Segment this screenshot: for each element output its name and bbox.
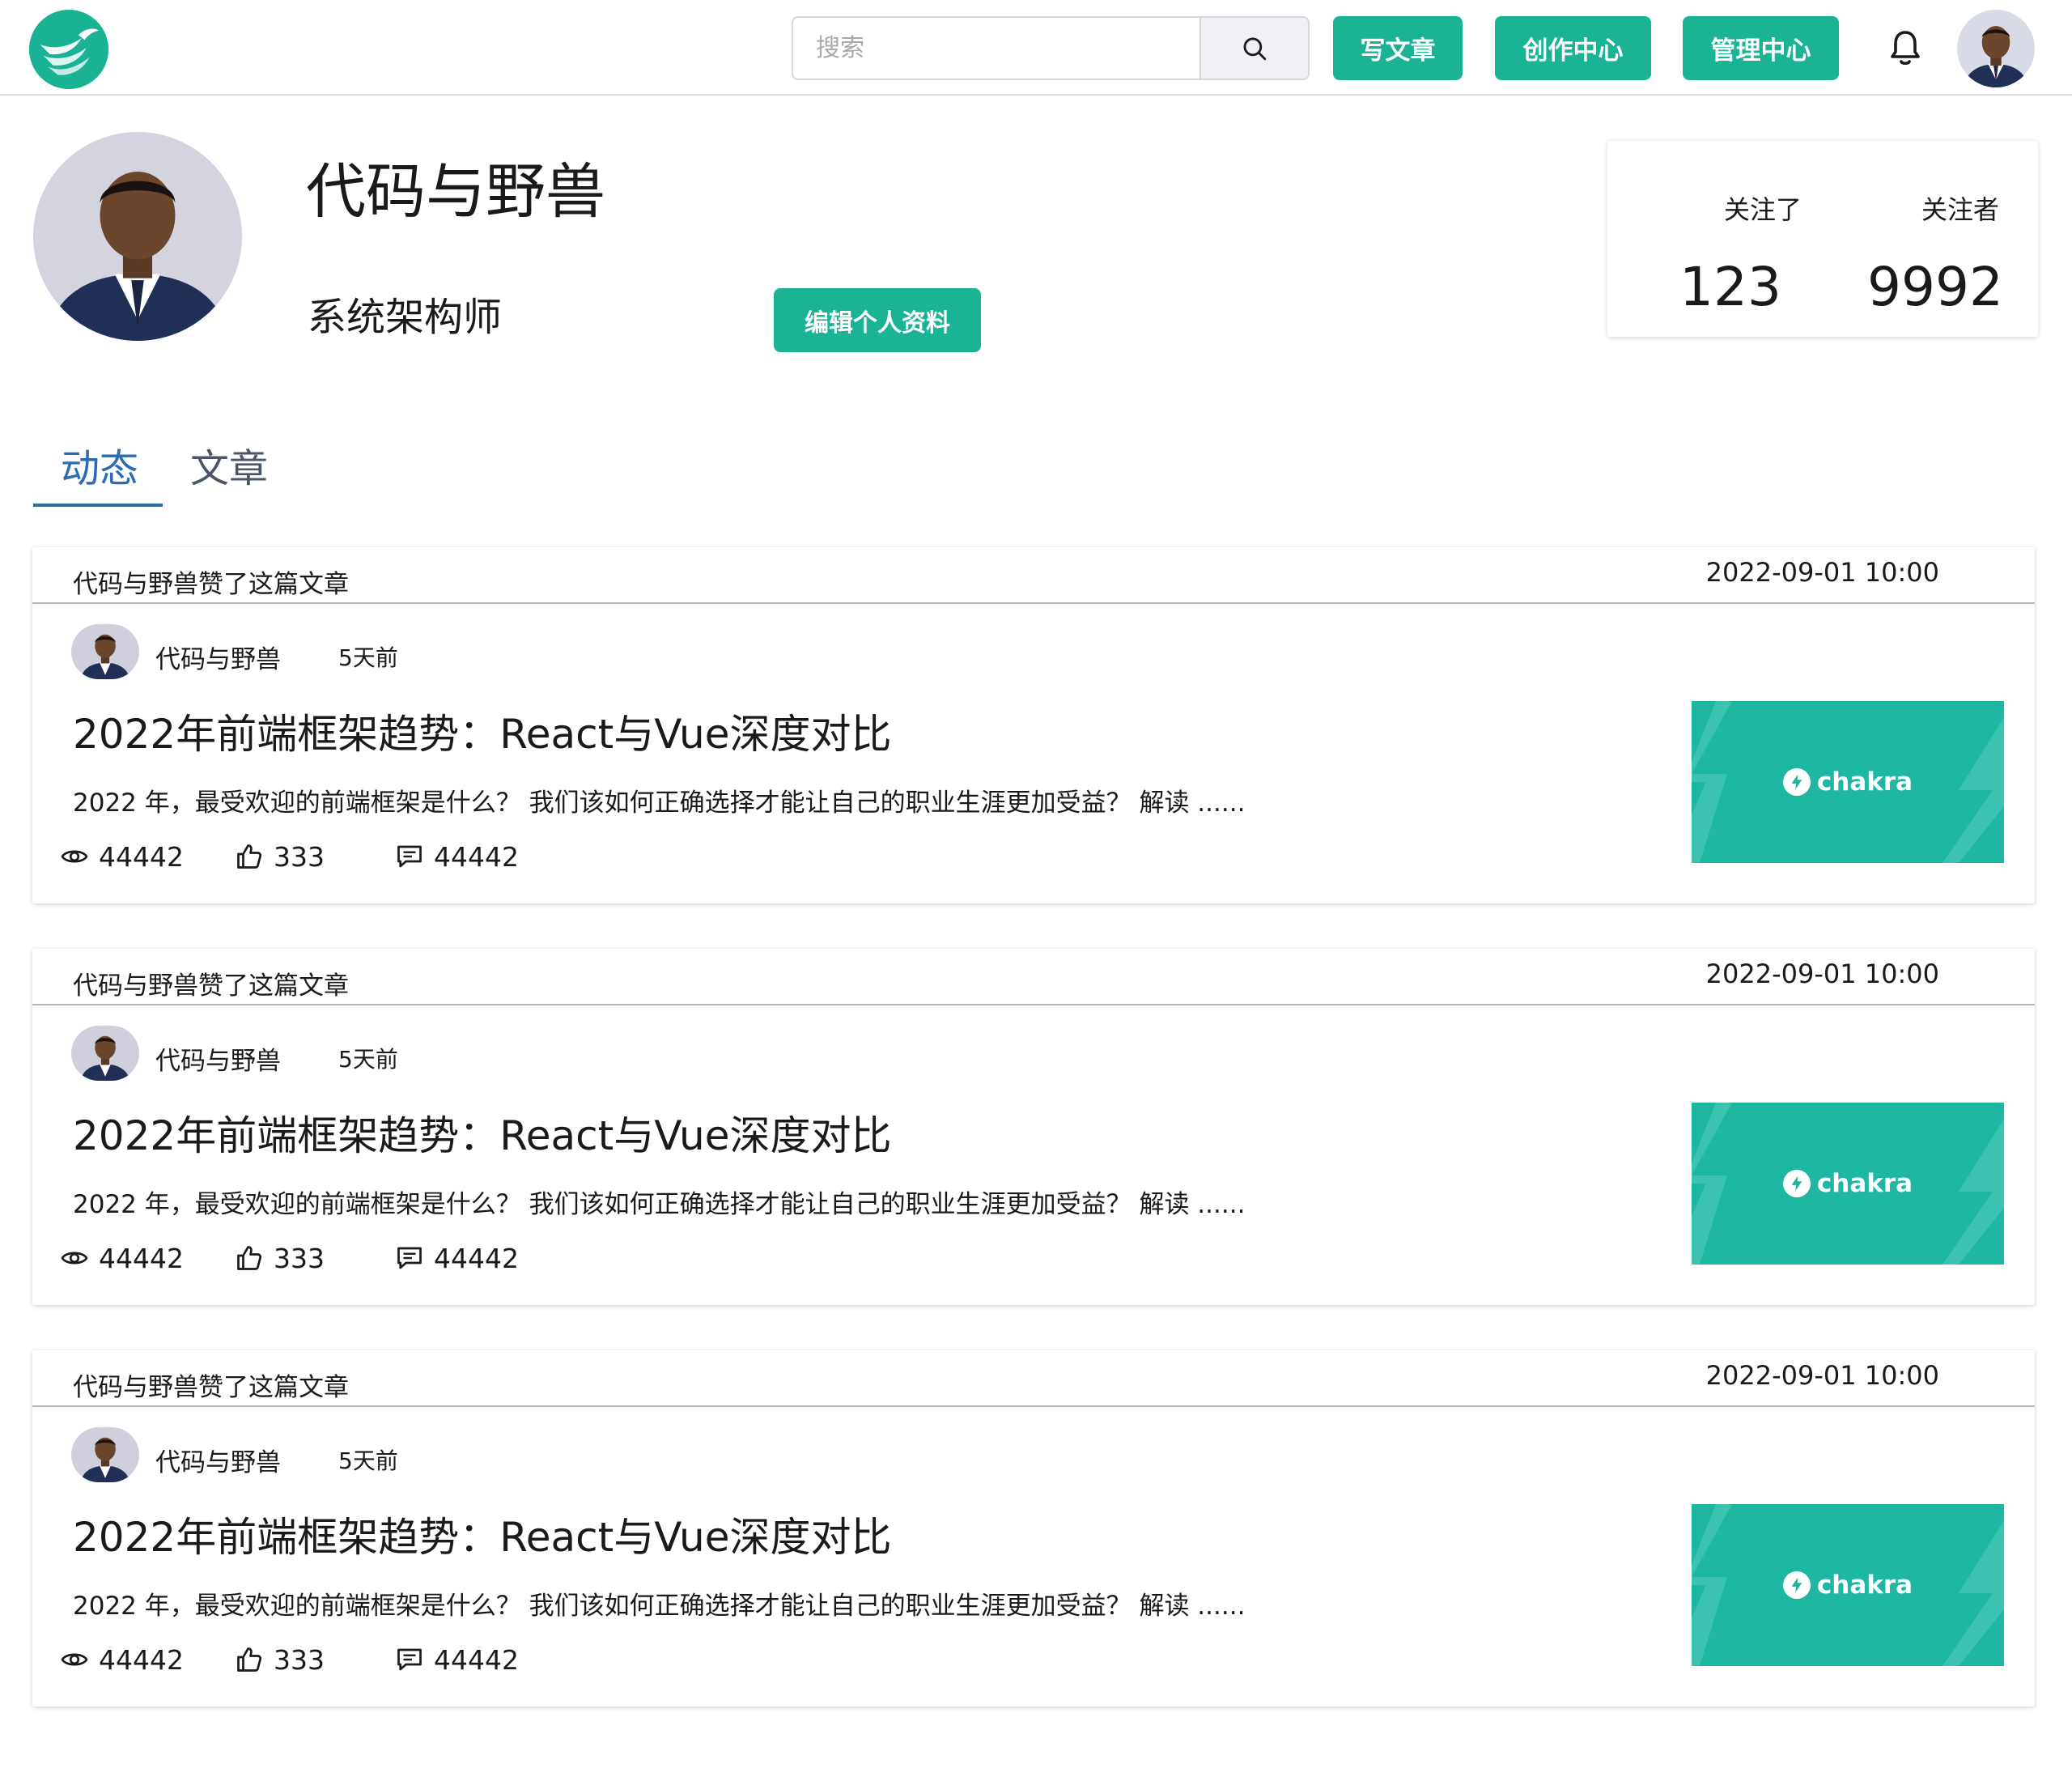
views-metric: 44442 [60, 840, 184, 873]
article-title[interactable]: 2022年前端框架趋势：React与Vue深度对比 [73, 1114, 892, 1158]
activity-card: 代码与野兽赞了这篇文章 2022-09-01 10:00 代码与野兽 5天前 2… [32, 547, 2035, 903]
comments-count: 44442 [434, 1643, 519, 1676]
thumbnail-label: chakra [1692, 701, 2004, 863]
thumbs-up-icon [237, 1246, 262, 1270]
profile-avatar [33, 132, 242, 341]
chakra-bolt-icon [1782, 1170, 1811, 1197]
author-avatar[interactable] [71, 624, 139, 679]
author-name[interactable]: 代码与野兽 [155, 639, 281, 675]
likes-count: 333 [274, 840, 325, 873]
chakra-bolt-icon [1782, 1571, 1811, 1599]
likes-metric[interactable]: 333 [235, 1242, 325, 1274]
activity-header: 代码与野兽赞了这篇文章 2022-09-01 10:00 [32, 949, 2035, 1005]
article-summary: 2022 年，最受欢迎的前端框架是什么？ 我们该如何正确选择才能让自己的职业生涯… [73, 788, 1246, 818]
activity-timestamp: 2022-09-01 10:00 [1705, 959, 1939, 989]
search-bar [792, 16, 1310, 80]
followers-count[interactable]: 9992 [1846, 261, 2024, 314]
search-button[interactable] [1199, 18, 1308, 79]
post-age: 5天前 [338, 1046, 398, 1073]
tab-articles[interactable]: 文章 [190, 449, 268, 488]
chakra-bolt-icon [1782, 768, 1811, 796]
activity-timestamp: 2022-09-01 10:00 [1705, 1360, 1939, 1391]
bell-icon[interactable] [1886, 28, 1925, 70]
eye-icon [61, 1653, 88, 1666]
eye-icon [61, 1252, 88, 1265]
activity-action-text: 代码与野兽赞了这篇文章 [73, 570, 349, 599]
likes-metric[interactable]: 333 [235, 1643, 325, 1676]
write-article-button[interactable]: 写文章 [1333, 16, 1463, 80]
author-avatar[interactable] [71, 1026, 139, 1081]
followers-label: 关注者 [1921, 194, 1999, 225]
edit-profile-button[interactable]: 编辑个人资料 [774, 288, 981, 352]
user-avatar[interactable] [1957, 10, 2035, 87]
thumbnail-text: chakra [1816, 1571, 1913, 1600]
likes-metric[interactable]: 333 [235, 840, 325, 873]
views-metric: 44442 [60, 1242, 184, 1274]
comment-icon [397, 1247, 422, 1269]
author-name[interactable]: 代码与野兽 [155, 1442, 281, 1478]
article-title[interactable]: 2022年前端框架趋势：React与Vue深度对比 [73, 712, 892, 757]
article-thumbnail[interactable]: chakra [1692, 701, 2004, 863]
article-summary: 2022 年，最受欢迎的前端框架是什么？ 我们该如何正确选择才能让自己的职业生涯… [73, 1592, 1246, 1621]
activity-card: 代码与野兽赞了这篇文章 2022-09-01 10:00 代码与野兽 5天前 2… [32, 1350, 2035, 1707]
author-avatar[interactable] [71, 1427, 139, 1482]
comment-icon [397, 845, 422, 868]
profile-name: 代码与野兽 [306, 157, 605, 227]
views-count: 44442 [99, 1643, 184, 1676]
comments-count: 44442 [434, 840, 519, 873]
thumbnail-label: chakra [1692, 1504, 2004, 1666]
thumbs-up-icon [237, 1647, 262, 1672]
post-age: 5天前 [338, 1447, 398, 1474]
activity-action-text: 代码与野兽赞了这篇文章 [73, 1373, 349, 1402]
bird-logo-icon[interactable] [29, 10, 108, 89]
comments-metric[interactable]: 44442 [395, 1643, 519, 1676]
eye-icon [61, 850, 88, 863]
following-count[interactable]: 123 [1641, 261, 1819, 314]
admin-center-button[interactable]: 管理中心 [1683, 16, 1839, 80]
comments-metric[interactable]: 44442 [395, 1242, 519, 1274]
views-metric: 44442 [60, 1643, 184, 1676]
post-age: 5天前 [338, 644, 398, 671]
activity-header: 代码与野兽赞了这篇文章 2022-09-01 10:00 [32, 1350, 2035, 1407]
comment-icon [397, 1648, 422, 1671]
thumbnail-text: chakra [1816, 1169, 1913, 1198]
tab-activity[interactable]: 动态 [61, 449, 138, 488]
thumbs-up-icon [237, 844, 262, 869]
following-label: 关注了 [1723, 194, 1802, 225]
activity-header: 代码与野兽赞了这篇文章 2022-09-01 10:00 [32, 547, 2035, 604]
comments-count: 44442 [434, 1242, 519, 1274]
views-count: 44442 [99, 840, 184, 873]
article-summary: 2022 年，最受欢迎的前端框架是什么？ 我们该如何正确选择才能让自己的职业生涯… [73, 1190, 1246, 1219]
search-icon [1243, 37, 1267, 60]
likes-count: 333 [274, 1242, 325, 1274]
top-navbar: 写文章 创作中心 管理中心 [0, 0, 2072, 96]
article-thumbnail[interactable]: chakra [1692, 1504, 2004, 1666]
activity-card: 代码与野兽赞了这篇文章 2022-09-01 10:00 代码与野兽 5天前 2… [32, 949, 2035, 1305]
views-count: 44442 [99, 1242, 184, 1274]
active-tab-indicator [33, 504, 163, 507]
article-title[interactable]: 2022年前端框架趋势：React与Vue深度对比 [73, 1515, 892, 1560]
thumbnail-text: chakra [1816, 767, 1913, 797]
activity-action-text: 代码与野兽赞了这篇文章 [73, 971, 349, 1001]
activity-timestamp: 2022-09-01 10:00 [1705, 557, 1939, 588]
author-name[interactable]: 代码与野兽 [155, 1040, 281, 1077]
search-input[interactable] [793, 18, 1199, 79]
creator-center-button[interactable]: 创作中心 [1495, 16, 1651, 80]
comments-metric[interactable]: 44442 [395, 840, 519, 873]
profile-role: 系统架构师 [308, 295, 503, 340]
follow-stats-card: 关注了 123 关注者 9992 [1607, 141, 2038, 337]
thumbnail-label: chakra [1692, 1103, 2004, 1265]
article-thumbnail[interactable]: chakra [1692, 1103, 2004, 1265]
likes-count: 333 [274, 1643, 325, 1676]
